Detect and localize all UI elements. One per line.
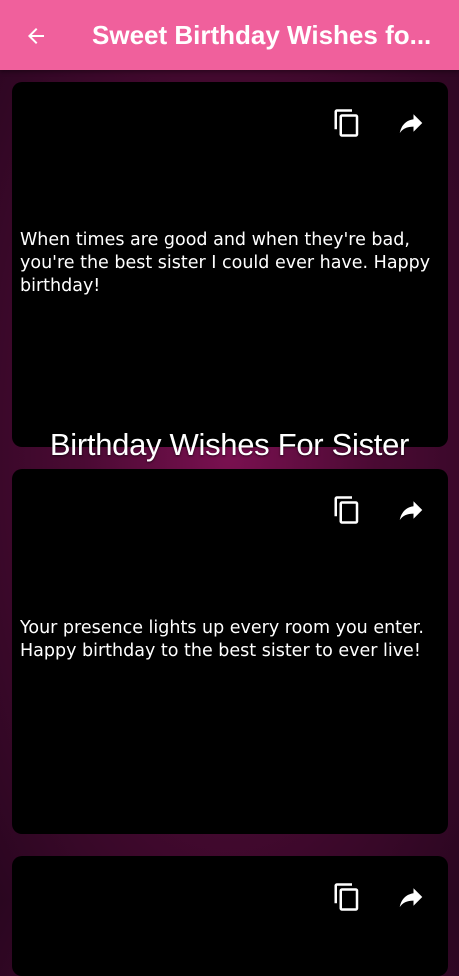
share-button[interactable] [394, 106, 428, 140]
share-icon [399, 114, 423, 133]
page-title: Sweet Birthday Wishes fo... [92, 20, 432, 50]
wish-text: Your presence lights up every room you e… [20, 618, 424, 661]
wish-card [12, 856, 448, 976]
share-button[interactable] [394, 493, 428, 527]
copy-icon [334, 109, 359, 137]
copy-button[interactable] [330, 106, 364, 140]
wish-card: When times are good and when they're bad… [12, 82, 448, 447]
share-icon [399, 888, 423, 907]
wish-text: When times are good and when they're bad… [20, 230, 431, 296]
card-actions [330, 106, 428, 140]
copy-icon [334, 883, 359, 911]
arrow-left-icon [28, 28, 44, 44]
copy-button[interactable] [330, 493, 364, 527]
copy-icon [334, 496, 359, 524]
wish-card: Your presence lights up every room you e… [12, 469, 448, 834]
card-actions [330, 880, 428, 914]
section-title: Birthday Wishes For Sister [49, 427, 410, 462]
app-bar: Sweet Birthday Wishes fo... [0, 0, 459, 70]
copy-button[interactable] [330, 880, 364, 914]
share-button[interactable] [394, 880, 428, 914]
back-button[interactable] [22, 22, 50, 50]
share-icon [399, 501, 423, 520]
card-actions [330, 493, 428, 527]
